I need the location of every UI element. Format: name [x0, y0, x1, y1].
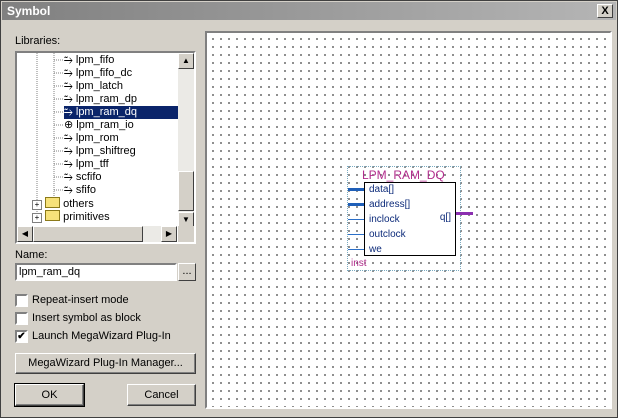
folder-icon [45, 197, 61, 208]
bidir-symbol-icon: ⊕ [64, 119, 74, 131]
expand-plus-icon[interactable]: + [32, 213, 42, 223]
megawizard-manager-button[interactable]: MegaWizard Plug-In Manager... [15, 353, 196, 374]
tree-item-lpm-fifo-dc[interactable]: ⥲ lpm_fifo_dc [64, 67, 132, 80]
symbol-preview-canvas: LPM_RAM_DQ data[] address[] inclock outc… [205, 31, 612, 409]
tree-item-scfifo[interactable]: ⥲ scfifo [64, 171, 102, 184]
launch-megawizard-checkbox[interactable]: ✔ [15, 330, 28, 343]
folder-icon [45, 210, 61, 221]
data-bus-pin [348, 188, 364, 191]
we-pin [348, 249, 364, 250]
tree-item-primitives[interactable]: + primitives [32, 210, 110, 223]
tree-item-lpm-ram-io[interactable]: ⊕ lpm_ram_io [64, 119, 134, 132]
tree-item-lpm-rom[interactable]: ⥲ lpm_rom [64, 132, 119, 145]
repeat-insert-label: Repeat-insert mode [32, 294, 129, 306]
q-bus-pin [456, 212, 473, 215]
inclock-pin [348, 219, 364, 220]
name-input[interactable]: lpm_ram_dq [15, 263, 177, 281]
scroll-up-icon[interactable]: ▲ [178, 53, 194, 69]
tree-item-lpm-tff[interactable]: ⥲ lpm_tff [64, 158, 109, 171]
port-outclock: outclock [369, 229, 406, 240]
symbol-icon: ⥲ [64, 54, 73, 66]
tree-item-lpm-latch[interactable]: ⥲ lpm_latch [64, 80, 123, 93]
symbol-icon: ⥲ [64, 67, 73, 79]
insert-as-block-checkbox[interactable] [15, 312, 28, 325]
address-bus-pin [348, 203, 364, 206]
port-data: data[] [369, 184, 395, 195]
port-q: q[] [439, 212, 451, 223]
close-button[interactable]: X [597, 4, 613, 18]
scroll-thumb[interactable] [178, 171, 194, 211]
title-bar[interactable]: Symbol X [2, 2, 616, 20]
scroll-left-icon[interactable]: ◀ [17, 226, 33, 242]
ok-button[interactable]: OK [14, 383, 85, 407]
tree-item-lpm-fifo[interactable]: ⥲ lpm_fifo [64, 54, 114, 67]
tree-item-others[interactable]: + others [32, 197, 94, 210]
tree-item-lpm-ram-dp[interactable]: ⥲ lpm_ram_dp [64, 93, 137, 106]
tree-horizontal-scrollbar[interactable]: ◀ ▶ [17, 226, 177, 242]
instance-label: inst [351, 258, 367, 269]
cancel-button[interactable]: Cancel [127, 384, 196, 406]
symbol-icon: ⥲ [64, 106, 73, 118]
scroll-thumb[interactable] [33, 226, 143, 242]
symbol-icon: ⥲ [64, 132, 73, 144]
symbol-icon: ⥲ [64, 158, 73, 170]
port-we: we [369, 244, 382, 255]
symbol-dialog: Symbol X Libraries: ⥲ lpm_fifo ⥲ lpm_fif… [0, 0, 618, 418]
symbol-icon: ⥲ [64, 184, 73, 196]
tree-item-sfifo[interactable]: ⥲ sfifo [64, 184, 96, 197]
expand-plus-icon[interactable]: + [32, 200, 42, 210]
browse-button[interactable]: ... [178, 263, 196, 281]
libraries-label: Libraries: [15, 35, 61, 47]
libraries-tree[interactable]: ⥲ lpm_fifo ⥲ lpm_fifo_dc ⥲ lpm_latch ⥲ l… [15, 51, 196, 244]
repeat-insert-checkbox[interactable] [15, 294, 28, 307]
symbol-icon: ⥲ [64, 145, 73, 157]
symbol-title: LPM_RAM_DQ [362, 168, 445, 182]
launch-megawizard-label: Launch MegaWizard Plug-In [32, 330, 171, 342]
tree-item-lpm-shiftreg[interactable]: ⥲ lpm_shiftreg [64, 145, 136, 158]
insert-as-block-label: Insert symbol as block [32, 312, 141, 324]
window-title: Symbol [7, 4, 51, 18]
symbol-icon: ⥲ [64, 93, 73, 105]
symbol-icon: ⥲ [64, 171, 73, 183]
scroll-right-icon[interactable]: ▶ [161, 226, 177, 242]
port-inclock: inclock [369, 214, 400, 225]
symbol-body: data[] address[] inclock outclock we q[] [364, 182, 456, 256]
scrollbar-corner [178, 226, 194, 242]
port-address: address[] [369, 199, 411, 210]
outclock-pin [348, 234, 364, 235]
tree-vertical-scrollbar[interactable]: ▲ ▼ [178, 53, 194, 228]
tree-item-lpm-ram-dq[interactable]: ⥲ lpm_ram_dq [64, 106, 180, 119]
name-label: Name: [15, 249, 48, 261]
symbol-preview: LPM_RAM_DQ data[] address[] inclock outc… [347, 166, 473, 271]
symbol-icon: ⥲ [64, 80, 73, 92]
